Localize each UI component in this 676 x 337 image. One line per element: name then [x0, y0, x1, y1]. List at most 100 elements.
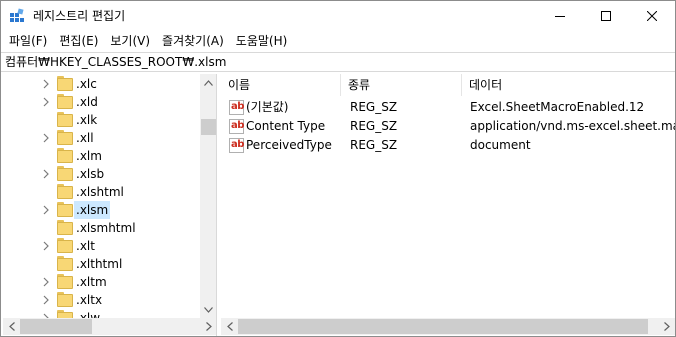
tree-item-label: .xltx: [76, 293, 103, 307]
value-type: REG_SZ: [350, 138, 398, 152]
tree-item[interactable]: .xld: [3, 93, 200, 111]
chevron-right-icon[interactable]: [41, 133, 51, 143]
list-scroll-right-button[interactable]: [658, 318, 675, 335]
folder-icon: [57, 130, 73, 146]
tree-item-label: .xlc: [76, 77, 97, 91]
tree-item[interactable]: .xll: [3, 129, 200, 147]
folder-icon: [57, 220, 73, 236]
minimize-button[interactable]: [537, 1, 583, 31]
key-tree: .xlc .xld .xlk .xll .xlm .xlsb .xlshtml .xlsm .x…: [3, 74, 200, 318]
chevron-left-icon: [8, 322, 15, 331]
tree-item[interactable]: .xltx: [3, 291, 200, 309]
tree-item-label: .xlthtml: [76, 257, 123, 271]
value-data: application/vnd.ms-excel.sheet.macroEnab…: [470, 119, 675, 133]
tree-item[interactable]: .xlsmhtml: [3, 219, 200, 237]
column-header-type[interactable]: 종류: [341, 74, 462, 96]
column-header-data[interactable]: 데이터: [462, 74, 675, 96]
value-row[interactable]: ab Content Type REG_SZ application/vnd.ms-e…: [221, 117, 675, 136]
chevron-right-icon[interactable]: [41, 169, 51, 179]
scroll-down-button[interactable]: [200, 301, 216, 318]
chevron-right-icon[interactable]: [41, 205, 51, 215]
string-value-icon: ab: [229, 100, 244, 115]
tree-item-label: .xll: [76, 131, 94, 145]
folder-icon: [57, 292, 73, 308]
tree-scroll-right-button[interactable]: [200, 318, 216, 335]
column-header-name[interactable]: 이름: [221, 74, 341, 96]
menu-edit[interactable]: 편집(E): [53, 31, 104, 51]
chevron-right-icon: [663, 322, 670, 331]
folder-icon: [57, 310, 73, 318]
maximize-icon: [601, 11, 611, 21]
key-tree-pane: .xlc .xld .xlk .xll .xlm .xlsb .xlshtml .xlsm .x…: [3, 74, 217, 336]
folder-icon: [57, 184, 73, 200]
menu-favorites[interactable]: 즐겨찾기(A): [156, 31, 230, 51]
tree-item-label: .xlw: [76, 311, 101, 318]
registry-editor-window: 레지스트리 편집기 파일(F) 편집(E) 보기(V) 즐겨찾기(A) 도움말(…: [0, 0, 676, 337]
list-header: 이름 종류 데이터: [221, 74, 675, 96]
list-horizontal-scrollbar[interactable]: [221, 318, 675, 335]
value-type: REG_SZ: [350, 100, 398, 114]
tree-hscroll-thumb[interactable]: [20, 319, 92, 334]
menu-file[interactable]: 파일(F): [3, 31, 53, 51]
value-data: document: [470, 138, 531, 152]
tree-item[interactable]: .xlsb: [3, 165, 200, 183]
chevron-right-icon[interactable]: [41, 79, 51, 89]
tree-item[interactable]: .xlt: [3, 237, 200, 255]
tree-item[interactable]: .xlthtml: [3, 255, 200, 273]
list-scroll-left-button[interactable]: [221, 318, 238, 335]
address-bar[interactable]: 컴퓨터₩HKEY_CLASSES_ROOT₩.xlsm: [1, 52, 675, 72]
folder-icon: [57, 202, 73, 218]
string-value-icon: ab: [229, 138, 244, 153]
scroll-up-button[interactable]: [200, 74, 216, 91]
folder-icon: [57, 274, 73, 290]
value-name: (기본값): [246, 100, 289, 114]
address-path[interactable]: 컴퓨터₩HKEY_CLASSES_ROOT₩.xlsm: [5, 55, 226, 70]
menu-view[interactable]: 보기(V): [104, 31, 156, 51]
value-data: Excel.SheetMacroEnabled.12: [470, 100, 645, 114]
value-name: PerceivedType: [246, 138, 332, 152]
tree-item[interactable]: .xlshtml: [3, 183, 200, 201]
chevron-right-icon[interactable]: [41, 295, 51, 305]
tree-scroll-thumb[interactable]: [201, 119, 216, 135]
value-list-pane: 이름 종류 데이터 ab (기본값) REG_SZ Excel.SheetMacroE…: [221, 74, 675, 336]
chevron-right-icon[interactable]: [41, 97, 51, 107]
chevron-right-icon[interactable]: [41, 277, 51, 287]
menu-help[interactable]: 도움말(H): [230, 31, 294, 51]
folder-icon: [57, 76, 73, 92]
folder-icon: [57, 94, 73, 110]
string-value-icon: ab: [229, 119, 244, 134]
tree-item[interactable]: .xlm: [3, 147, 200, 165]
tree-item-label: .xlsmhtml: [76, 221, 136, 235]
tree-item-label: .xltm: [76, 275, 107, 289]
tree-item[interactable]: .xlw: [3, 309, 200, 318]
tree-scroll-left-button[interactable]: [3, 318, 20, 335]
close-button[interactable]: [629, 1, 675, 31]
close-icon: [647, 11, 657, 21]
minimize-icon: [555, 16, 565, 17]
tree-horizontal-scrollbar[interactable]: [3, 318, 216, 335]
title-bar[interactable]: 레지스트리 편집기: [1, 1, 675, 31]
tree-item-label: .xld: [76, 95, 98, 109]
chevron-down-icon: [204, 306, 213, 313]
maximize-button[interactable]: [583, 1, 629, 31]
tree-item[interactable]: .xlsm: [3, 201, 200, 219]
folder-icon: [57, 256, 73, 272]
tree-item-label: .xlshtml: [76, 185, 124, 199]
tree-vertical-scrollbar[interactable]: [200, 74, 216, 318]
folder-icon: [57, 148, 73, 164]
tree-item[interactable]: .xltm: [3, 273, 200, 291]
chevron-right-icon[interactable]: [41, 241, 51, 251]
chevron-right-icon: [205, 322, 212, 331]
tree-item-label: .xlsb: [76, 167, 105, 181]
value-row[interactable]: ab PerceivedType REG_SZ document: [221, 136, 675, 155]
registry-editor-icon: [10, 8, 24, 22]
tree-item-label: .xlsm: [74, 201, 111, 219]
folder-icon: [57, 112, 73, 128]
list-hscroll-thumb[interactable]: [238, 319, 648, 334]
tree-item[interactable]: .xlk: [3, 111, 200, 129]
tree-item-label: .xlm: [76, 149, 102, 163]
tree-item-label: .xlk: [76, 113, 98, 127]
chevron-left-icon: [226, 322, 233, 331]
value-row[interactable]: ab (기본값) REG_SZ Excel.SheetMacroEnabled.12: [221, 98, 675, 117]
tree-item[interactable]: .xlc: [3, 75, 200, 93]
